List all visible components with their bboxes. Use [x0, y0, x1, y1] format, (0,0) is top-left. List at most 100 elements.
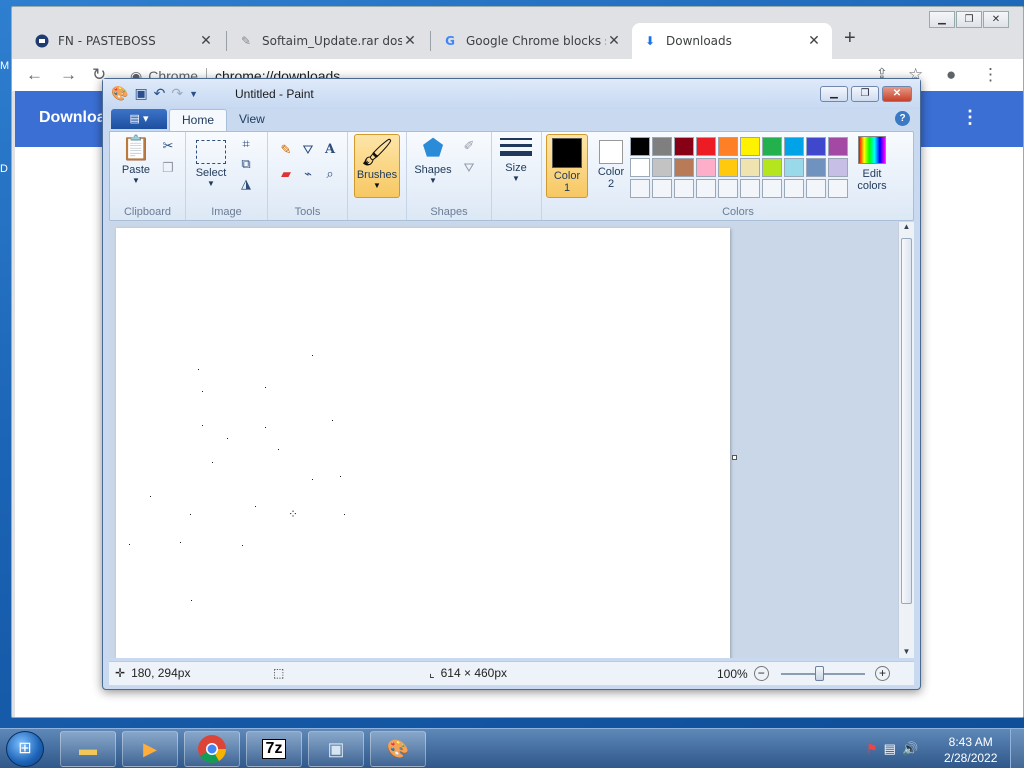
magnifier-icon[interactable]: ⌕ — [320, 164, 340, 184]
close-icon[interactable]: ✕ — [606, 33, 622, 49]
paint-app-icon[interactable]: 🎨 — [111, 85, 128, 102]
rotate-icon[interactable]: ◮ — [236, 174, 256, 194]
custom-color-slot[interactable] — [784, 179, 804, 198]
palette-swatch[interactable] — [762, 158, 782, 177]
save-icon[interactable]: ▣ — [134, 85, 147, 102]
palette-swatch[interactable] — [674, 158, 694, 177]
shapes-button[interactable]: ⬟ Shapes ▼ — [413, 134, 453, 185]
scroll-down-icon[interactable]: ▼ — [899, 647, 914, 656]
palette-swatch[interactable] — [806, 158, 826, 177]
tab-softaim[interactable]: ✎ Softaim_Update.rar dosya ✕ — [228, 23, 428, 59]
chrome-icon[interactable] — [184, 731, 240, 767]
redo-icon[interactable]: ↷ — [171, 85, 183, 102]
close-icon[interactable]: ✕ — [198, 33, 214, 49]
undo-icon[interactable]: ↶ — [154, 85, 166, 102]
palette-swatch[interactable] — [696, 137, 716, 156]
tab-google[interactable]: G Google Chrome blocks so ✕ — [432, 23, 632, 59]
palette-swatch[interactable] — [718, 158, 738, 177]
color-picker-icon[interactable]: ⌁ — [298, 164, 318, 184]
forward-icon[interactable]: → — [60, 65, 77, 85]
palette-swatch[interactable] — [674, 137, 694, 156]
palette-swatch[interactable] — [762, 137, 782, 156]
media-player-icon[interactable]: ▶ — [122, 731, 178, 767]
tab-home[interactable]: Home — [169, 109, 228, 131]
new-tab-button[interactable]: + — [844, 27, 856, 50]
close-button[interactable]: ✕ — [983, 11, 1009, 28]
custom-color-slot[interactable] — [740, 179, 760, 198]
custom-color-slot[interactable] — [630, 179, 650, 198]
palette-swatch[interactable] — [652, 158, 672, 177]
zoom-out-icon[interactable]: − — [753, 666, 769, 681]
palette-swatch[interactable] — [740, 137, 760, 156]
vertical-scrollbar[interactable]: ▲ ▼ — [898, 222, 914, 658]
customize-qat-icon[interactable]: ▼ — [189, 89, 198, 99]
back-icon[interactable]: ← — [26, 65, 43, 85]
palette-swatch[interactable] — [784, 137, 804, 156]
network-icon[interactable]: ▤ — [884, 741, 896, 757]
custom-color-slot[interactable] — [718, 179, 738, 198]
action-center-icon[interactable]: ⚑ — [866, 741, 878, 757]
palette-swatch[interactable] — [784, 158, 804, 177]
scrollbar-thumb[interactable] — [901, 238, 912, 604]
drawing-canvas[interactable]: ⁘ — [116, 228, 730, 658]
eraser-icon[interactable]: ▰ — [276, 164, 296, 184]
palette-swatch[interactable] — [828, 158, 848, 177]
pencil-icon[interactable]: ✎ — [276, 140, 296, 160]
profile-icon[interactable]: ● — [946, 65, 956, 85]
resize-icon[interactable]: ⧉ — [236, 154, 256, 174]
palette-swatch[interactable] — [718, 137, 738, 156]
7zip-icon[interactable]: 7z — [246, 731, 302, 767]
help-icon[interactable]: ? — [895, 111, 910, 126]
clock[interactable]: 8:43 AM 2/28/2022 — [944, 734, 997, 766]
zoom-in-icon[interactable]: + — [875, 666, 890, 681]
palette-swatch[interactable] — [630, 158, 650, 177]
fill-icon[interactable]: ⛛ — [459, 158, 479, 178]
custom-color-slot[interactable] — [674, 179, 694, 198]
copy-icon[interactable]: ❐ — [158, 158, 178, 178]
custom-color-slot[interactable] — [828, 179, 848, 198]
custom-color-slot[interactable] — [762, 179, 782, 198]
custom-color-slot[interactable] — [652, 179, 672, 198]
color2-button[interactable]: Color 2 — [590, 134, 632, 190]
outline-icon[interactable]: ✐ — [459, 136, 479, 156]
close-button[interactable]: ✕ — [882, 86, 912, 102]
brushes-button[interactable]: 🖌 Brushes ▼ — [354, 134, 400, 198]
crop-icon[interactable]: ⌗ — [236, 134, 256, 154]
close-icon[interactable]: ✕ — [806, 33, 822, 49]
palette-swatch[interactable] — [630, 137, 650, 156]
show-desktop-button[interactable] — [1010, 729, 1024, 768]
palette-swatch[interactable] — [740, 158, 760, 177]
volume-icon[interactable]: 🔊 — [902, 741, 918, 757]
tab-view[interactable]: View — [227, 109, 277, 131]
cut-icon[interactable]: ✂ — [158, 136, 178, 156]
size-button[interactable]: Size ▼ — [498, 136, 534, 183]
paste-button[interactable]: 📋 Paste ▼ — [118, 134, 154, 185]
maximize-button[interactable]: ❐ — [956, 11, 982, 28]
custom-color-slot[interactable] — [806, 179, 826, 198]
minimize-button[interactable]: ▁ — [820, 86, 848, 102]
fill-bucket-icon[interactable]: ⛛ — [298, 140, 318, 160]
color1-button[interactable]: Color 1 — [546, 134, 588, 198]
edit-colors-button[interactable]: Edit colors — [852, 134, 892, 192]
select-button[interactable]: Select ▼ — [192, 134, 230, 188]
window-app-icon[interactable]: ▣ — [308, 731, 364, 767]
minimize-button[interactable]: ▁ — [929, 11, 955, 28]
paint-icon[interactable]: 🎨 — [370, 731, 426, 767]
start-button[interactable]: ⊞ — [6, 731, 44, 767]
canvas-resize-handle[interactable] — [732, 455, 737, 460]
palette-swatch[interactable] — [696, 158, 716, 177]
menu-kebab-icon[interactable]: ⋮ — [982, 65, 999, 85]
tab-pasteboss[interactable]: FN - PASTEBOSS ✕ — [24, 23, 224, 59]
text-tool-icon[interactable]: A — [320, 140, 340, 160]
explorer-icon[interactable]: ▬ — [60, 731, 116, 767]
scroll-up-icon[interactable]: ▲ — [899, 222, 914, 231]
paint-menu-button[interactable]: ▤ ▾ — [111, 109, 167, 129]
custom-color-slot[interactable] — [696, 179, 716, 198]
zoom-slider-thumb[interactable] — [815, 666, 824, 681]
maximize-button[interactable]: ❐ — [851, 86, 879, 102]
palette-swatch[interactable] — [806, 137, 826, 156]
zoom-in[interactable]: + — [875, 666, 890, 681]
close-icon[interactable]: ✕ — [402, 33, 418, 49]
palette-swatch[interactable] — [652, 137, 672, 156]
tab-downloads[interactable]: ⬇ Downloads ✕ — [632, 23, 832, 59]
